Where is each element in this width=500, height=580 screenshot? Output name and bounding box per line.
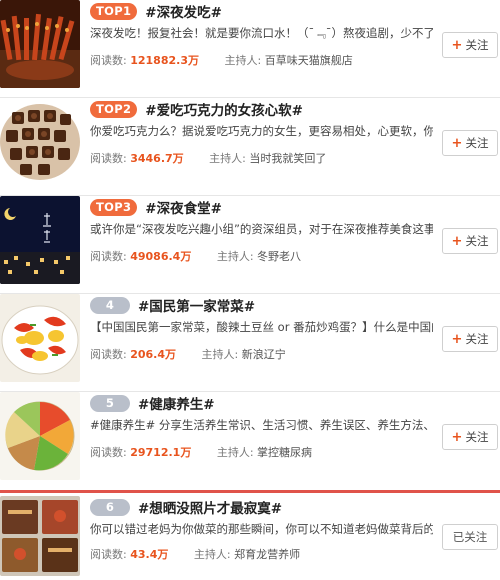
rank-badge: TOP1 [90, 2, 138, 20]
rank-badge: 4 [90, 296, 130, 314]
read-count-label: 阅读数: [90, 250, 127, 263]
list-item[interactable]: TOP3 #深夜食堂# 或许你是“深夜发吃兴趣小组”的资深组员，对于在深夜推荐美… [0, 196, 500, 294]
topic-title[interactable]: #深夜发吃# [145, 1, 222, 21]
read-count: 121882.3万 [130, 54, 199, 67]
topic-header: TOP2 #爱吃巧克力的女孩心软# [90, 99, 303, 119]
follow-button[interactable]: + 关注 [442, 424, 498, 450]
topic-header: 6 #想晒没照片才最寂寞# [90, 497, 282, 517]
host-name[interactable]: 掌控糖尿病 [257, 446, 312, 459]
host-name[interactable]: 当时我就笑回了 [249, 152, 326, 165]
follow-button[interactable]: + 关注 [442, 32, 498, 58]
plus-icon: + [451, 233, 463, 249]
list-item[interactable]: TOP2 #爱吃巧克力的女孩心软# 你爱吃巧克力么？据说爱吃巧克力的女生，更容易… [0, 98, 500, 196]
topic-meta: 阅读数: 29712.1万 主持人: 掌控糖尿病 [90, 444, 312, 460]
read-count: 43.4万 [130, 548, 169, 561]
list-item[interactable]: 6 #想晒没照片才最寂寞# 你可以错过老妈为你做菜的那些瞬间，你可以不知道老妈做… [0, 496, 500, 580]
read-count-label: 阅读数: [90, 152, 127, 165]
topic-header: TOP3 #深夜食堂# [90, 197, 222, 217]
follow-button[interactable]: + 关注 [442, 130, 498, 156]
read-count: 206.4万 [130, 348, 177, 361]
topic-thumbnail[interactable] [0, 392, 80, 480]
topic-thumbnail[interactable] [0, 98, 80, 186]
rank-badge: 6 [90, 498, 130, 516]
followed-button[interactable]: 已关注 [442, 524, 498, 550]
topic-thumbnail[interactable] [0, 196, 80, 284]
list-item[interactable]: 4 #国民第一家常菜# 【中国国民第一家常菜，酸辣土豆丝 or 番茄炒鸡蛋？】什… [0, 294, 500, 392]
read-count: 49086.4万 [130, 250, 192, 263]
read-count: 3446.7万 [130, 152, 184, 165]
topic-meta: 阅读数: 3446.7万 主持人: 当时我就笑回了 [90, 150, 326, 166]
topic-title[interactable]: #健康养生# [138, 393, 215, 413]
plus-icon: + [451, 429, 463, 445]
host-label: 主持人: [224, 54, 262, 67]
rank-badge: TOP3 [90, 198, 138, 216]
topic-header: 5 #健康养生# [90, 393, 215, 413]
topic-title[interactable]: #国民第一家常菜# [138, 295, 255, 315]
rank-badge: 5 [90, 394, 130, 412]
host-name[interactable]: 新浪辽宁 [242, 348, 286, 361]
follow-label: 关注 [465, 430, 489, 444]
read-count-label: 阅读数: [90, 348, 127, 361]
host-label: 主持人: [209, 152, 246, 165]
host-label: 主持人: [201, 348, 239, 361]
host-name[interactable]: 郑育龙营养师 [234, 548, 300, 561]
follow-label: 关注 [465, 234, 489, 248]
host-name[interactable]: 百草味天猫旗舰店 [265, 54, 353, 67]
follow-label: 已关注 [452, 530, 488, 544]
follow-button[interactable]: + 关注 [442, 228, 498, 254]
topic-meta: 阅读数: 206.4万 主持人: 新浪辽宁 [90, 346, 286, 362]
topic-thumbnail[interactable] [0, 0, 80, 88]
host-label: 主持人: [216, 446, 254, 459]
read-count-label: 阅读数: [90, 54, 127, 67]
read-count-label: 阅读数: [90, 446, 127, 459]
topic-description: #健康养生# 分享生活养生常识、生活习惯、养生误区、养生方法、名人养… [90, 418, 433, 432]
plus-icon: + [451, 135, 463, 151]
topic-title[interactable]: #想晒没照片才最寂寞# [138, 497, 282, 517]
follow-label: 关注 [465, 332, 489, 346]
follow-label: 关注 [465, 136, 489, 150]
topic-thumbnail[interactable] [0, 496, 80, 576]
rank-badge: TOP2 [90, 100, 138, 118]
topic-description: 【中国国民第一家常菜，酸辣土豆丝 or 番茄炒鸡蛋？】什么是中国的“第… [90, 320, 433, 334]
topic-list: TOP1 #深夜发吃# 深夜发吃！报复社会！就是要你流口水！（¯﹃¯）熬夜追剧，… [0, 0, 500, 580]
topic-header: 4 #国民第一家常菜# [90, 295, 255, 315]
read-count: 29712.1万 [130, 446, 192, 459]
topic-meta: 阅读数: 49086.4万 主持人: 冬野老八 [90, 248, 301, 264]
plus-icon: + [451, 331, 463, 347]
topic-description: 或许你是“深夜发吃兴趣小组”的资深组员，对于在深夜推荐美食这事特别… [90, 222, 433, 236]
topic-description: 你可以错过老妈为你做菜的那些瞬间，你可以不知道老妈做菜背后的故事… [90, 522, 433, 536]
list-item[interactable]: TOP1 #深夜发吃# 深夜发吃！报复社会！就是要你流口水！（¯﹃¯）熬夜追剧，… [0, 0, 500, 98]
follow-label: 关注 [465, 38, 489, 52]
topic-meta: 阅读数: 43.4万 主持人: 郑育龙营养师 [90, 546, 300, 562]
topic-description: 深夜发吃！报复社会！就是要你流口水！（¯﹃¯）熬夜追剧，少不了这一 [90, 26, 433, 40]
topic-thumbnail[interactable] [0, 294, 80, 382]
divider [0, 490, 500, 493]
plus-icon: + [451, 37, 463, 53]
list-item[interactable]: 5 #健康养生# #健康养生# 分享生活养生常识、生活习惯、养生误区、养生方法、… [0, 392, 500, 490]
host-name[interactable]: 冬野老八 [257, 250, 301, 263]
topic-meta: 阅读数: 121882.3万 主持人: 百草味天猫旗舰店 [90, 52, 353, 68]
host-label: 主持人: [216, 250, 254, 263]
host-label: 主持人: [193, 548, 231, 561]
topic-header: TOP1 #深夜发吃# [90, 1, 222, 21]
read-count-label: 阅读数: [90, 548, 127, 561]
follow-button[interactable]: + 关注 [442, 326, 498, 352]
topic-title[interactable]: #深夜食堂# [145, 197, 222, 217]
topic-description: 你爱吃巧克力么？据说爱吃巧克力的女生，更容易相处，心更软，你是么？ [90, 124, 433, 138]
topic-title[interactable]: #爱吃巧克力的女孩心软# [145, 99, 303, 119]
